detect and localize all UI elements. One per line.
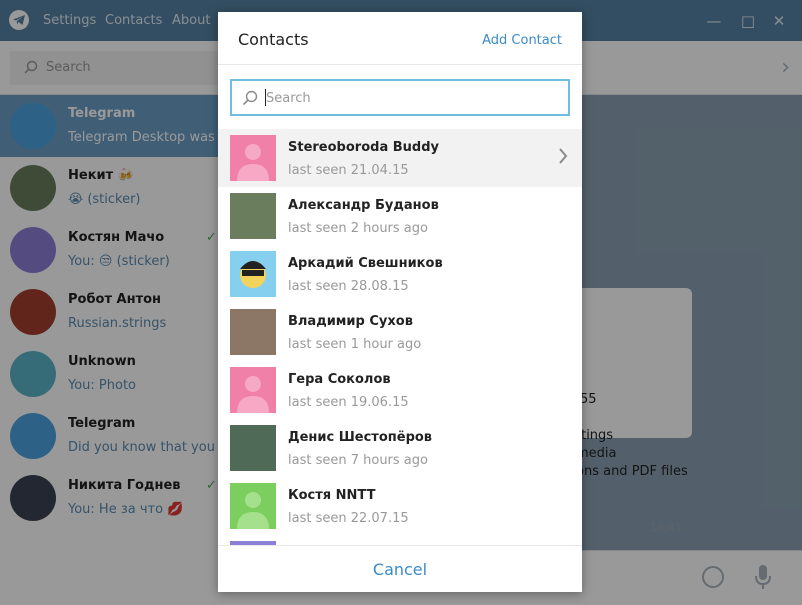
contact-name: Александр Буданов [288, 198, 439, 213]
avatar [230, 193, 276, 239]
contact-name: Аркадий Свешников [288, 256, 443, 271]
avatar [230, 135, 276, 181]
contact-last-seen: last seen 2 hours ago [288, 221, 428, 236]
contact-last-seen: last seen 21.04.15 [288, 163, 409, 178]
cancel-button[interactable]: Cancel [218, 546, 582, 592]
contact-item[interactable]: Stereoboroda Buddy last seen 21.04.15 [218, 129, 582, 187]
contact-name: Гера Соколов [288, 372, 391, 387]
search-icon [242, 90, 258, 106]
contact-item[interactable]: Аркадий Свешников last seen 28.08.15 [218, 245, 582, 303]
avatar [230, 309, 276, 355]
contact-item[interactable] [218, 535, 582, 545]
contact-name: Костя NNTT [288, 488, 376, 503]
contact-name: Владимир Сухов [288, 314, 413, 329]
contacts-search-input[interactable] [266, 87, 556, 109]
contact-item[interactable]: Костя NNTT last seen 22.07.15 [218, 477, 582, 535]
contact-item[interactable]: Владимир Сухов last seen 1 hour ago [218, 303, 582, 361]
contact-last-seen: last seen 7 hours ago [288, 453, 428, 468]
contact-last-seen: last seen 19.06.15 [288, 395, 409, 410]
divider [218, 64, 582, 65]
avatar [230, 483, 276, 529]
contact-name: Stereoboroda Buddy [288, 140, 439, 155]
contacts-search-field[interactable] [230, 79, 570, 116]
avatar [230, 425, 276, 471]
contact-last-seen: last seen 1 hour ago [288, 337, 422, 352]
dialog-title: Contacts [238, 30, 309, 49]
contact-name: Денис Шестопёров [288, 430, 433, 445]
chevron-right-icon [559, 148, 568, 164]
contact-last-seen: last seen 22.07.15 [288, 511, 409, 526]
contact-item[interactable]: Александр Буданов last seen 2 hours ago [218, 187, 582, 245]
avatar [230, 251, 276, 297]
contact-list: Stereoboroda Buddy last seen 21.04.15 Ал… [218, 129, 582, 545]
contacts-dialog: Contacts Add Contact Stereoboroda Buddy … [218, 12, 582, 592]
contact-item[interactable]: Денис Шестопёров last seen 7 hours ago [218, 419, 582, 477]
add-contact-button[interactable]: Add Contact [482, 33, 562, 48]
avatar [230, 367, 276, 413]
contact-item[interactable]: Гера Соколов last seen 19.06.15 [218, 361, 582, 419]
dialog-footer: Cancel [218, 545, 582, 592]
contact-last-seen: last seen 28.08.15 [288, 279, 409, 294]
